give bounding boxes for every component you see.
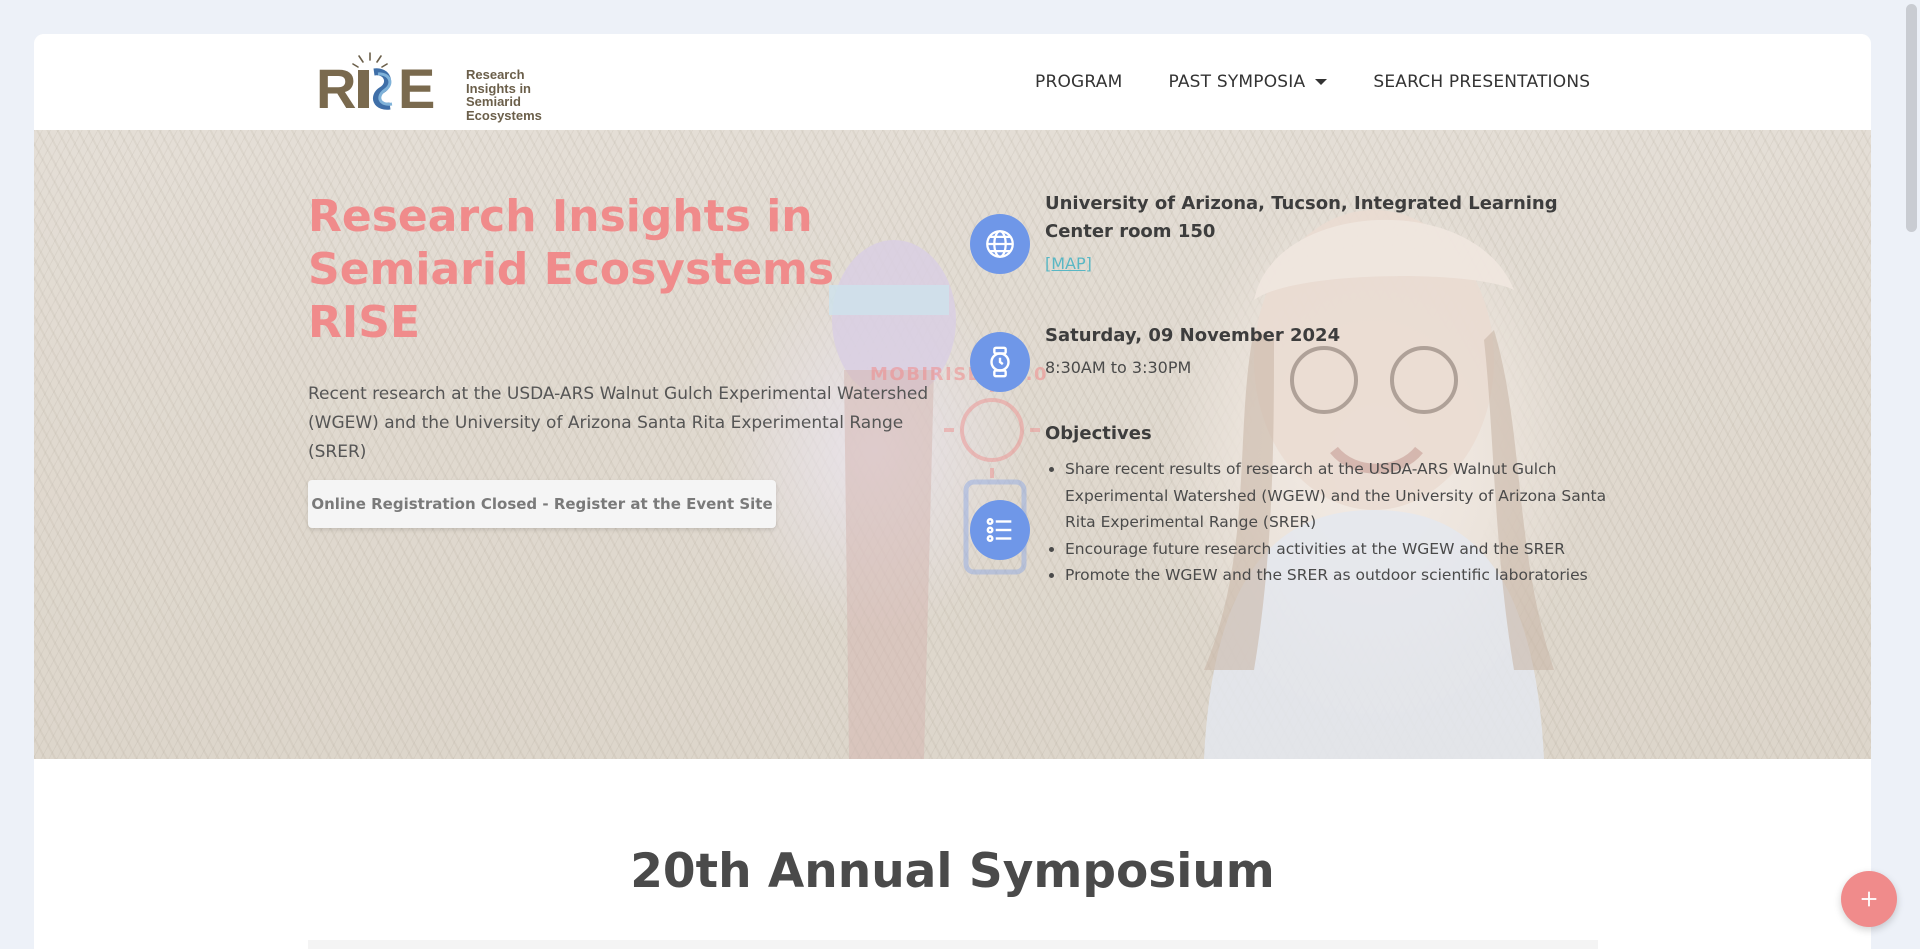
event-date: Saturday, 09 November 2024 [1045,325,1341,346]
logo-line: Semiarid [466,94,521,109]
nav-program[interactable]: PROGRAM [1035,72,1122,92]
nav-past-symposia-label: PAST SYMPOSIA [1168,72,1306,92]
event-time: 8:30AM to 3:30PM [1045,358,1192,377]
section-title: 20th Annual Symposium [630,844,1275,899]
hero-title: Research Insights in Semiarid Ecosystems… [308,190,835,349]
hero-description: Recent research at the USDA-ARS Walnut G… [308,384,929,462]
objectives-title: Objectives [1045,423,1152,444]
nav-program-label: PROGRAM [1035,72,1123,92]
hero-title-line: Semiarid Ecosystems [308,244,835,295]
nav-search-presentations-label: SEARCH PRESENTATIONS [1373,72,1591,92]
registration-button[interactable]: Online Registration Closed - Register at… [308,480,776,528]
objectives-list: Share recent results of research at the … [1045,456,1630,589]
hero-title-line: RISE [308,297,420,348]
page-scrollbar[interactable] [1903,0,1920,949]
site-logo[interactable]: R E Research Insights in Semiarid Ecosys… [316,48,576,122]
nav-menu: PROGRAM PAST SYMPOSIA SEARCH PRESENTATIO… [1035,34,1590,130]
objective-item: Share recent results of research at the … [1065,456,1630,536]
hero-section: Research Insights in Semiarid Ecosystems… [34,130,1871,759]
logo-subtitle: Research Insights in Semiarid Ecosystems [466,68,542,122]
objective-item: Encourage future research activities at … [1065,536,1630,563]
rise-logo-mark: R E [316,52,435,114]
logo-line: Research [466,67,525,82]
nav-past-symposia[interactable]: PAST SYMPOSIA [1168,72,1328,92]
map-link-wrapper: [MAP] [1045,253,1092,275]
watch-icon [970,332,1030,392]
globe-icon [970,214,1030,274]
section-divider [308,940,1598,949]
map-link[interactable]: [MAP] [1045,254,1092,273]
location-title: University of Arizona, Tucson, Integrate… [1045,193,1558,242]
page-container: R E Research Insights in Semiarid Ecosys… [34,34,1871,949]
scrollbar-thumb[interactable] [1906,4,1917,232]
logo-line: Ecosystems [466,107,542,123]
svg-text:E: E [398,57,435,114]
hero-title-line: Research Insights in [308,191,813,242]
nav-search-presentations[interactable]: SEARCH PRESENTATIONS [1373,72,1590,92]
chevron-down-icon [1315,79,1328,85]
objective-item: Promote the WGEW and the SRER as outdoor… [1065,562,1630,589]
list-icon [970,500,1030,560]
plus-icon [1861,891,1877,907]
svg-text:R: R [316,57,356,114]
floating-add-button[interactable] [1841,871,1897,927]
navbar: R E Research Insights in Semiarid Ecosys… [34,34,1871,130]
logo-line: Insights in [466,80,531,96]
